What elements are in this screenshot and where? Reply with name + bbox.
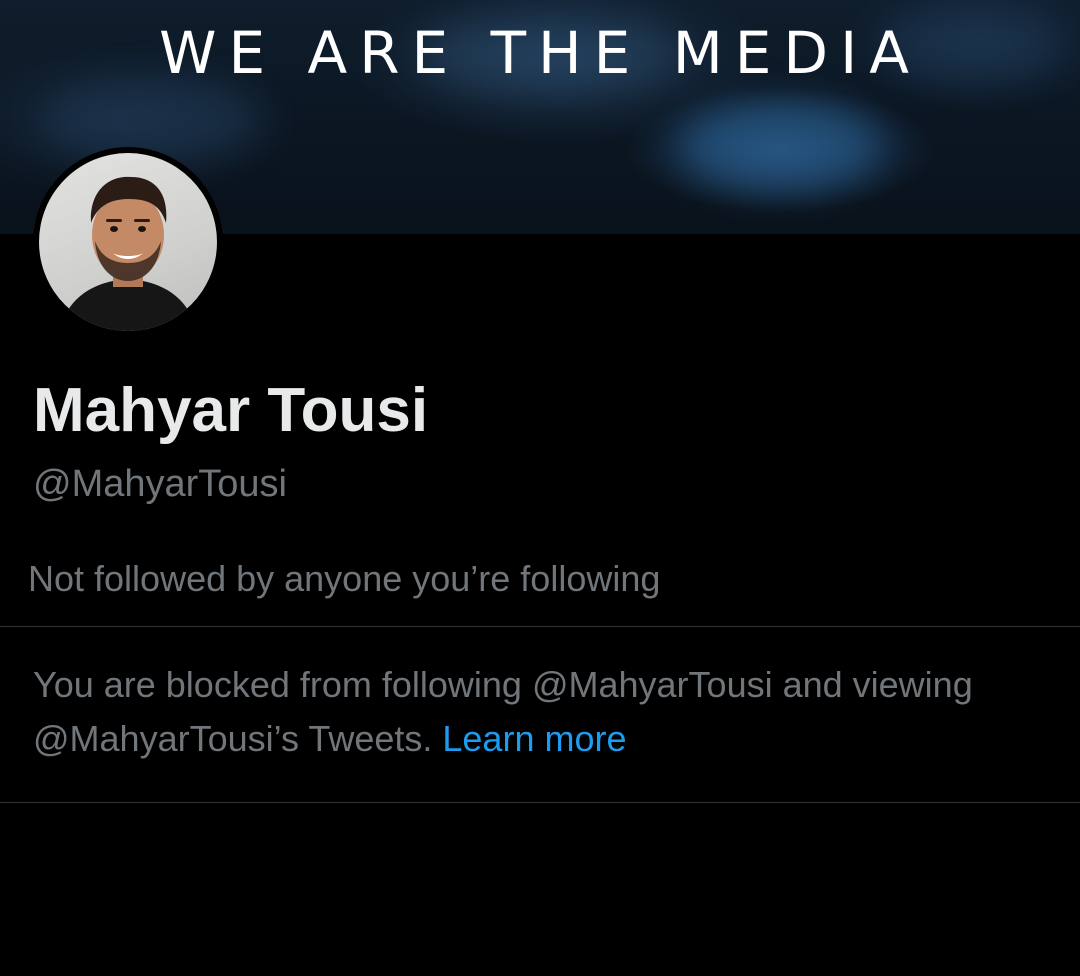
blocked-notice: You are blocked from following @MahyarTo… (33, 658, 1033, 766)
banner-cloud (680, 100, 880, 190)
avatar-photo (39, 153, 217, 331)
divider (0, 626, 1080, 627)
profile-handle: @MahyarTousi (33, 463, 287, 505)
avatar-portrait-icon (59, 176, 197, 331)
profile-page: WE ARE THE MEDIA Mahyar Tousi @MahyarTou… (0, 0, 1080, 976)
learn-more-link[interactable]: Learn more (442, 718, 626, 759)
avatar[interactable] (33, 147, 223, 337)
banner-cloud (40, 80, 260, 160)
followers-you-know[interactable]: Not followed by anyone you’re following (28, 556, 660, 602)
display-name: Mahyar Tousi (33, 376, 429, 445)
divider (0, 802, 1080, 803)
banner-title: WE ARE THE MEDIA (159, 19, 921, 87)
